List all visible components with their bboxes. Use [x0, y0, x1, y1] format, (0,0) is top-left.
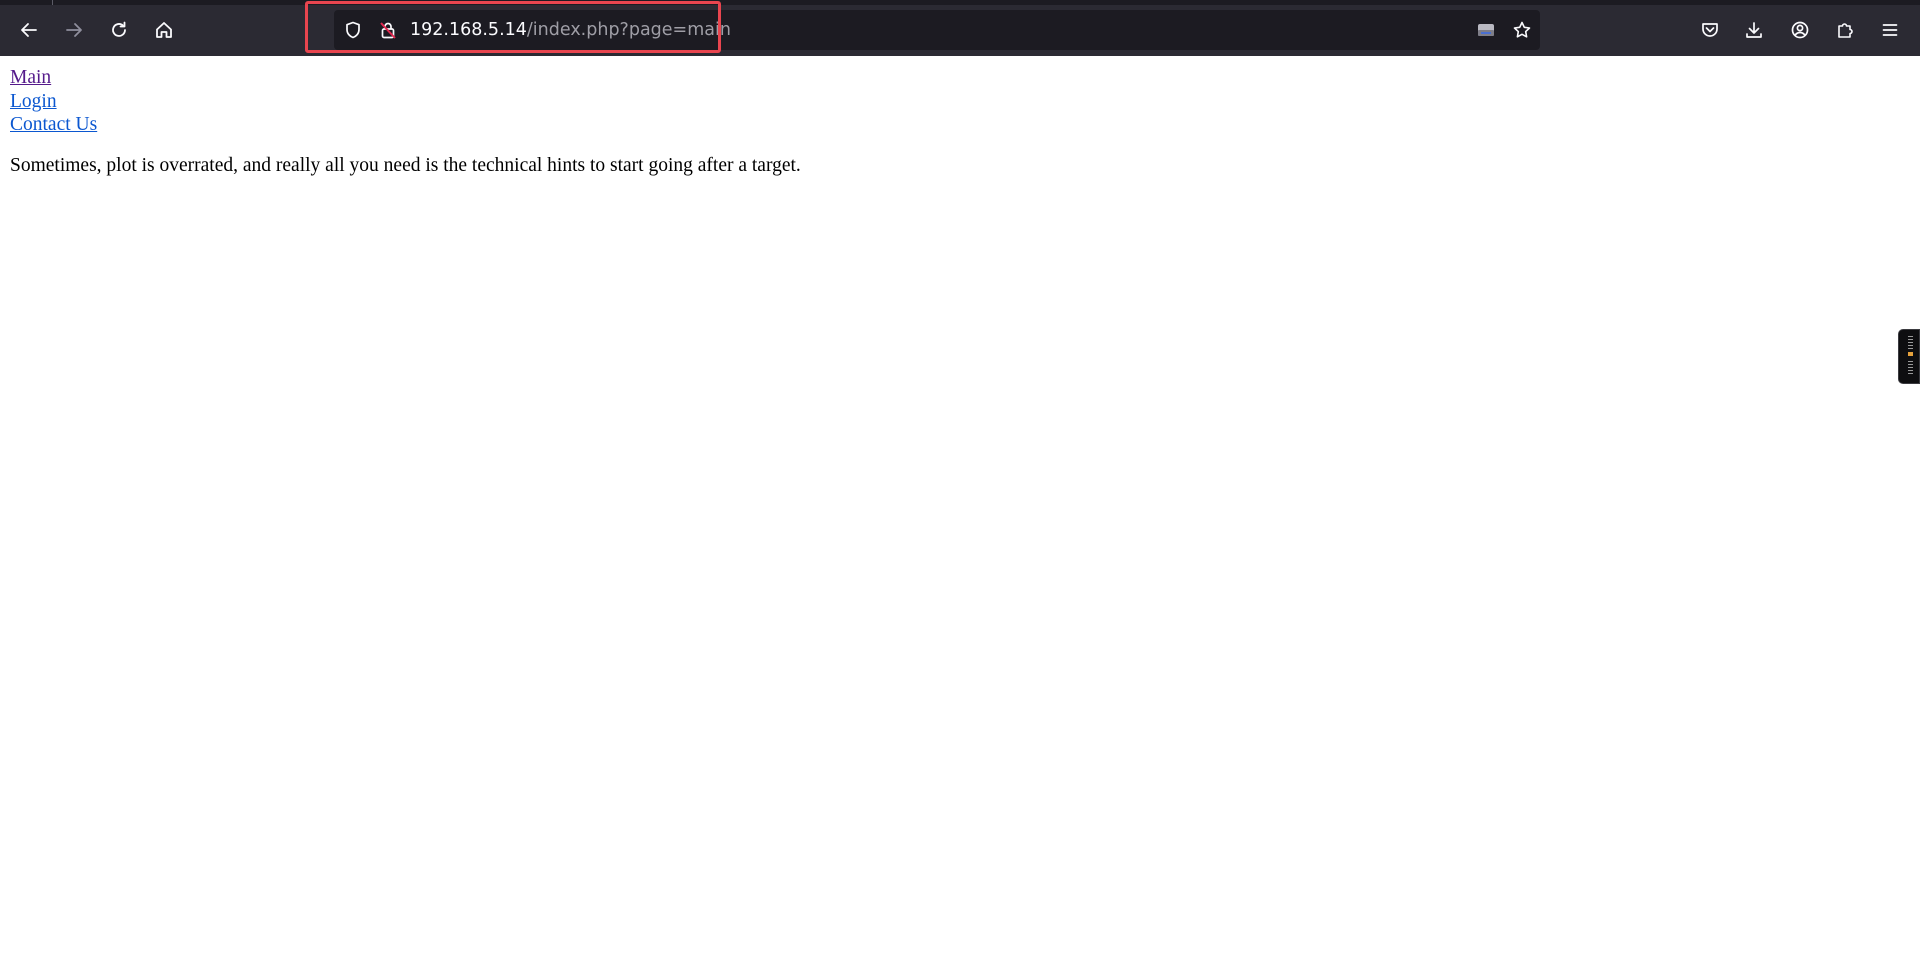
handle-indicator	[1908, 352, 1913, 356]
hamburger-menu-icon	[1882, 24, 1898, 36]
pocket-icon	[1702, 23, 1718, 37]
account-icon	[1791, 21, 1809, 39]
extensions-icon	[1838, 23, 1853, 38]
nav-link-contact-us[interactable]: Contact Us	[10, 113, 801, 137]
reload-button[interactable]	[102, 13, 136, 47]
account-button[interactable]	[1787, 17, 1813, 43]
download-icon	[1746, 22, 1762, 38]
home-icon	[156, 22, 172, 38]
pocket-button[interactable]	[1697, 17, 1723, 43]
nav-link-login[interactable]: Login	[10, 90, 801, 114]
reader-mode-icon	[1478, 24, 1494, 36]
downloads-button[interactable]	[1741, 17, 1767, 43]
intro-text: Sometimes, plot is overrated, and really…	[10, 154, 801, 176]
extensions-button[interactable]	[1832, 17, 1858, 43]
back-arrow-icon	[21, 23, 37, 37]
forward-arrow-icon	[66, 23, 82, 37]
app-menu-button[interactable]	[1877, 17, 1903, 43]
back-button[interactable]	[12, 13, 46, 47]
nav-link-main[interactable]: Main	[10, 66, 801, 90]
bookmark-button[interactable]	[1512, 20, 1532, 40]
tab-strip	[0, 0, 1920, 5]
forward-button[interactable]	[57, 13, 91, 47]
home-button[interactable]	[147, 13, 181, 47]
url-highlight-box	[305, 1, 721, 53]
handle-grip-icon-lower	[1908, 361, 1913, 375]
handle-grip-icon	[1908, 336, 1913, 350]
page-content: Main Login Contact Us Sometimes, plot is…	[10, 66, 801, 177]
reload-icon	[112, 21, 126, 37]
tab-separator	[52, 0, 53, 5]
side-panel-handle[interactable]	[1898, 329, 1920, 384]
reader-mode-button[interactable]	[1476, 20, 1496, 40]
star-icon	[1513, 21, 1531, 38]
page-nav: Main Login Contact Us	[10, 66, 801, 137]
browser-toolbar: 192.168.5.14/index.php?page=main	[0, 0, 1920, 56]
